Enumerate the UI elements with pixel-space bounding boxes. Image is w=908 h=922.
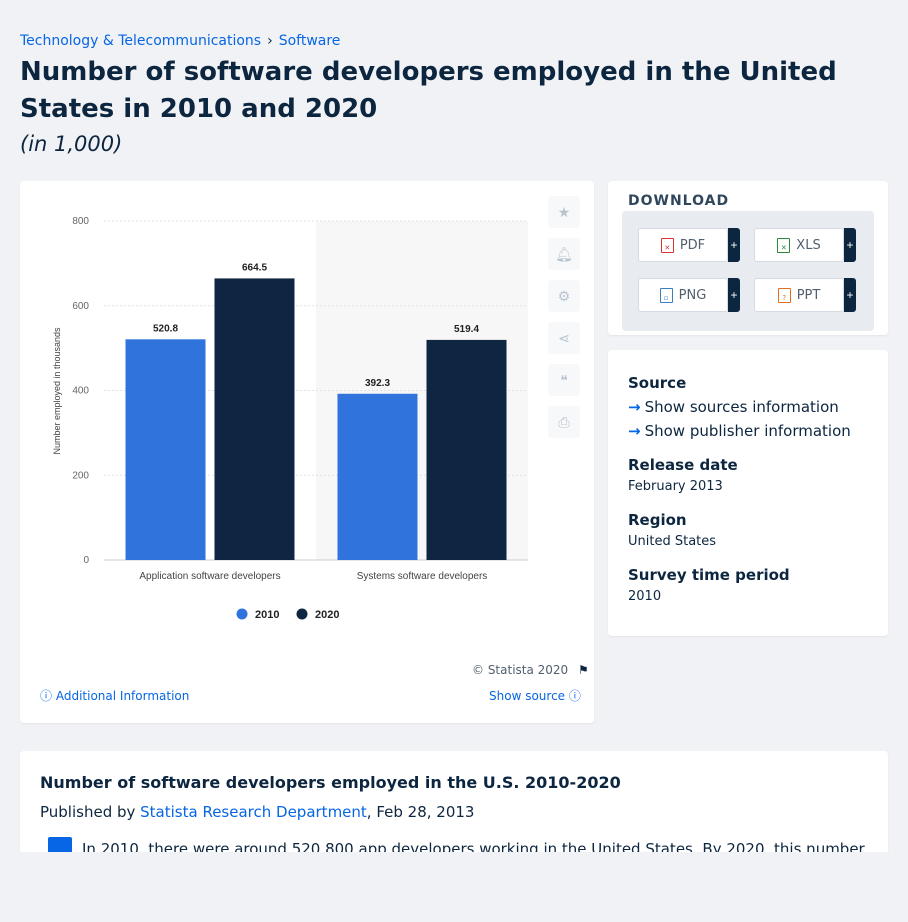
arrow-right-icon: → [628,398,641,416]
data-label: 520.8 [153,323,178,334]
breadcrumb-current-link[interactable]: Software [279,33,341,49]
info-icon: ⓘ [40,689,53,703]
page-subtitle: (in 1,000) [20,132,123,156]
page: Technology & Telecommunications › Softwa… [0,0,908,922]
flag-icon: ⚑ [578,663,589,677]
show-publisher-link[interactable]: → Show publisher information [628,422,851,440]
cite-quote-icon[interactable]: ❝ [548,364,580,396]
download-ppt-button[interactable]: ? PPT [754,278,844,312]
download-buttons: ✕ PDF + ✕ XLS + ▫ PNG + ? PPT + [622,211,874,331]
download-png-plus[interactable]: + [728,278,740,312]
bar [426,339,507,560]
download-title: DOWNLOAD [628,193,730,209]
legend-marker [296,608,308,620]
bar-chart: 0 200 400 600 800 520.8 664.5 Application soft… [52,216,528,621]
page-title: Number of software developers employed i… [20,57,837,124]
release-date-value: February 2013 [628,479,723,494]
x-tick-label: Systems software developers [357,571,488,582]
show-source-link[interactable]: Show source ⓘ [489,687,581,704]
info-card: Source → Show sources information → Show p… [608,350,888,636]
print-icon[interactable]: ⎙ [548,406,580,438]
copyright-text: © Statista 2020 ⚑ [472,663,589,677]
bar [214,278,295,560]
breadcrumb: Technology & Telecommunications › Softwa… [20,33,340,49]
breadcrumb-separator: › [267,33,273,49]
arrow-right-icon: → [628,422,641,440]
chart-toolbar: ★ 🔔︎ ⚙ ⋖ ❝ ⎙ [548,196,580,448]
data-label: 519.4 [454,324,479,335]
survey-period-value: 2010 [628,589,662,604]
additional-info-link[interactable]: ⓘ Additional Information [40,687,189,704]
download-ppt-plus[interactable]: + [844,278,856,312]
bar [125,339,206,560]
breadcrumb-parent-link[interactable]: Technology & Telecommunications [20,33,261,49]
bar [337,393,418,560]
survey-period-label: Survey time period [628,566,790,584]
png-file-icon: ▫ [659,287,673,303]
publisher-link[interactable]: Statista Research Department [140,803,367,821]
description-title: Number of software developers employed i… [40,773,621,792]
legend-label: 2010 [255,609,279,621]
source-label: Source [628,374,687,392]
data-label: 664.5 [242,262,267,273]
share-icon[interactable]: ⋖ [548,322,580,354]
xls-file-icon: ✕ [777,237,791,253]
published-by: Published by Statista Research Departmen… [40,803,475,821]
legend-label: 2020 [315,609,339,621]
x-tick-label: Application software developers [139,571,280,582]
y-tick-label: 600 [72,301,89,312]
region-value: United States [628,534,717,549]
y-tick-label: 800 [72,216,89,227]
notification-bell-icon[interactable]: 🔔︎ [548,238,580,270]
info-icon: ⓘ [568,689,581,703]
download-pdf-plus[interactable]: + [728,228,740,262]
y-tick-label: 400 [72,386,89,397]
y-tick-label: 0 [83,555,89,566]
ppt-file-icon: ? [777,287,791,303]
download-pdf-button[interactable]: ✕ PDF [638,228,728,262]
download-xls-button[interactable]: ✕ XLS [754,228,844,262]
favorite-star-icon[interactable]: ★ [548,196,580,228]
release-date-label: Release date [628,456,738,474]
y-tick-label: 200 [72,470,89,481]
show-sources-link[interactable]: → Show sources information [628,398,839,416]
download-png-button[interactable]: ▫ PNG [638,278,728,312]
settings-gear-icon[interactable]: ⚙ [548,280,580,312]
download-xls-plus[interactable]: + [844,228,856,262]
pdf-file-icon: ✕ [660,237,674,253]
bottom-overlay-bar [0,852,908,922]
legend-marker [236,608,248,620]
y-axis-label: Number employed in thousands [52,327,62,455]
region-label: Region [628,511,687,529]
download-card: DOWNLOAD ✕ PDF + ✕ XLS + ▫ PNG + ? PPT + [608,181,888,335]
data-label: 392.3 [365,378,390,389]
chart-card: 0 200 400 600 800 520.8 664.5 Application soft… [20,181,594,723]
